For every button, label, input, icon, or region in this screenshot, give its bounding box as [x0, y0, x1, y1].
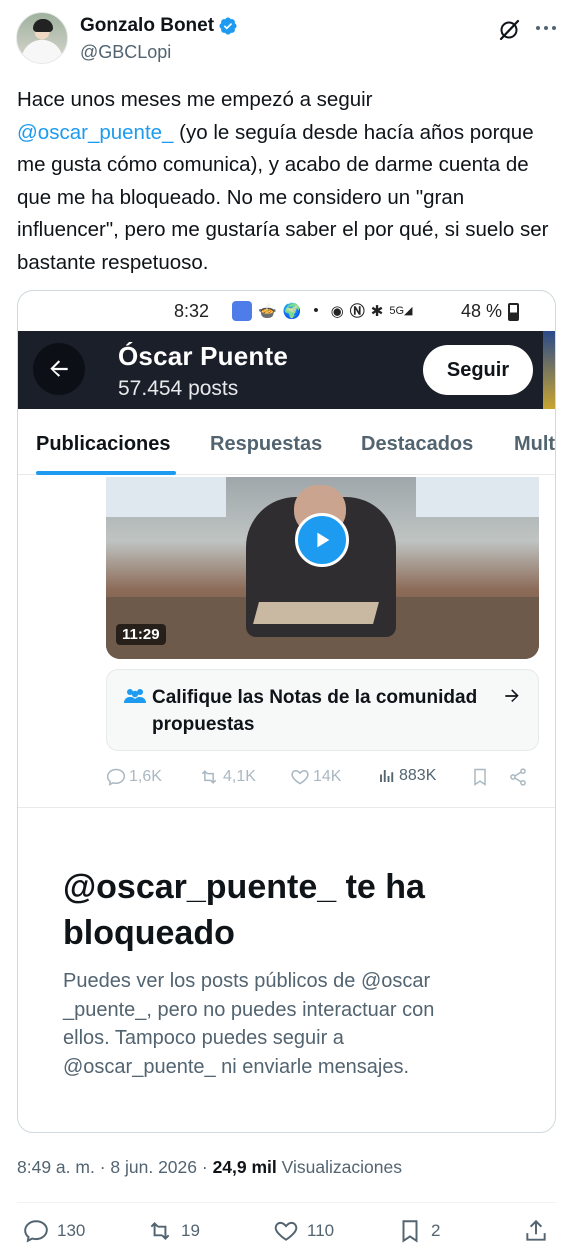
video-window-right	[416, 477, 539, 517]
community-notes-prompt[interactable]: Califique las Notas de la comunidad prop…	[106, 669, 539, 751]
author-handle[interactable]: @GBCLopi	[80, 42, 171, 63]
views-label: Visualizaciones	[281, 1157, 402, 1177]
tweet-text-intro: Hace unos meses me empezó a seguir	[17, 88, 373, 111]
share-icon	[526, 1219, 546, 1241]
profile-post-count: 57.454 posts	[118, 377, 239, 400]
arrow-left-icon	[50, 360, 68, 377]
bluetooth-icon: ✱	[370, 302, 384, 320]
bookmark-count: 2	[431, 1221, 441, 1240]
tweet-text: Hace unos meses me empezó a seguir @osca…	[17, 84, 562, 279]
share-button[interactable]	[523, 1218, 549, 1244]
back-button[interactable]	[33, 343, 85, 395]
divider	[18, 807, 555, 808]
hotspot-icon: ◉	[330, 302, 344, 320]
tab-destacados[interactable]: Destacados	[361, 433, 473, 456]
bookmark-button[interactable]: 2	[397, 1218, 440, 1244]
tweet-meta: 8:49 a. m. · 8 jun. 2026 · 24,9 mil Visu…	[17, 1157, 402, 1177]
avatar[interactable]	[16, 12, 68, 64]
inner-views-count: 883K	[399, 767, 437, 784]
tab-respuestas[interactable]: Respuestas	[210, 433, 322, 456]
profile-tabs: Publicaciones Respuestas Destacados Mult	[18, 409, 555, 475]
reply-count: 130	[57, 1221, 86, 1240]
people-icon	[124, 689, 146, 703]
tweet-actions: 130 19 110 2	[17, 1218, 556, 1248]
banner-edge	[543, 331, 555, 409]
attached-image[interactable]: 8:32 🍲 🌍 • ◉ Ⓝ ✱ 5G◢ 48 % Óscar Puente 5…	[17, 290, 556, 1133]
tweet-header: Gonzalo Bonet @GBCLopi	[16, 12, 557, 68]
play-button[interactable]	[295, 513, 349, 567]
status-icons: 🍲 🌍 • ◉ Ⓝ ✱ 5G◢	[232, 300, 412, 321]
nfc-icon: Ⓝ	[349, 303, 365, 320]
inner-reply: 1,6K	[106, 767, 162, 787]
arrow-right-icon	[505, 689, 519, 702]
inner-post-actions: 1,6K 4,1K 14K 883K	[106, 763, 539, 793]
more-options-icon[interactable]	[534, 16, 558, 40]
heart-icon	[291, 769, 309, 785]
tweet-date[interactable]: 8 jun. 2026	[110, 1157, 197, 1177]
repost-icon	[150, 1222, 170, 1240]
repost-count: 19	[181, 1221, 200, 1240]
play-icon	[317, 532, 330, 548]
video-window-left	[106, 477, 226, 517]
reply-button[interactable]: 130	[23, 1218, 85, 1244]
inner-reply-count: 1,6K	[129, 768, 162, 785]
battery-icon	[508, 303, 519, 321]
profile-name: Óscar Puente	[118, 341, 289, 371]
dot-icon: •	[313, 302, 319, 319]
phone-status-bar: 8:32 🍲 🌍 • ◉ Ⓝ ✱ 5G◢ 48 %	[18, 291, 555, 333]
repost-icon	[201, 770, 217, 784]
inner-repost-count: 4,1K	[223, 768, 256, 785]
profile-header-bar: Óscar Puente 57.454 posts Seguir	[18, 331, 555, 409]
reply-icon	[24, 1220, 48, 1243]
inner-like-count: 14K	[313, 768, 342, 785]
bookmark-icon	[474, 768, 486, 786]
tab-multimedia[interactable]: Mult	[514, 433, 555, 456]
views-icon	[380, 770, 394, 782]
tweet-time[interactable]: 8:49 a. m.	[17, 1157, 95, 1177]
blocked-description: Puedes ver los posts públicos de @oscar …	[63, 970, 435, 1078]
share-icon	[510, 768, 526, 786]
discord-icon	[232, 300, 252, 321]
bookmark-icon	[402, 1220, 418, 1243]
inner-like: 14K	[290, 767, 341, 787]
battery-level: 48 %	[461, 301, 503, 321]
signal-icon: 5G◢	[389, 305, 413, 317]
heart-icon	[274, 1221, 298, 1241]
reply-icon	[106, 768, 126, 786]
like-count: 110	[307, 1221, 335, 1240]
like-button[interactable]: 110	[273, 1218, 334, 1244]
verified-badge-icon	[219, 17, 237, 35]
video-papers	[253, 602, 379, 624]
tab-publicaciones[interactable]: Publicaciones	[36, 433, 171, 456]
blocked-title: @oscar_puente_ te ha bloqueado	[63, 868, 425, 952]
author-name-row: Gonzalo Bonet	[80, 15, 238, 37]
follow-button[interactable]: Seguir	[423, 345, 533, 395]
inner-repost: 4,1K	[198, 767, 256, 787]
active-tab-indicator	[36, 471, 176, 475]
grok-icon[interactable]	[497, 18, 521, 42]
globe-icon: 🌍	[282, 302, 302, 320]
author-name[interactable]: Gonzalo Bonet	[80, 15, 214, 37]
pot-icon: 🍲	[258, 302, 277, 320]
community-notes-label: Califique las Notas de la comunidad prop…	[152, 687, 478, 735]
mention-link[interactable]: @oscar_puente_	[17, 121, 173, 144]
status-time: 8:32	[174, 301, 210, 321]
divider	[17, 1202, 556, 1203]
views-count: 24,9 mil	[212, 1157, 277, 1177]
repost-button[interactable]: 19	[147, 1218, 200, 1244]
video-duration: 11:29	[116, 624, 166, 645]
video-thumbnail[interactable]: 11:29	[106, 477, 539, 659]
inner-views: 883K	[378, 767, 436, 785]
